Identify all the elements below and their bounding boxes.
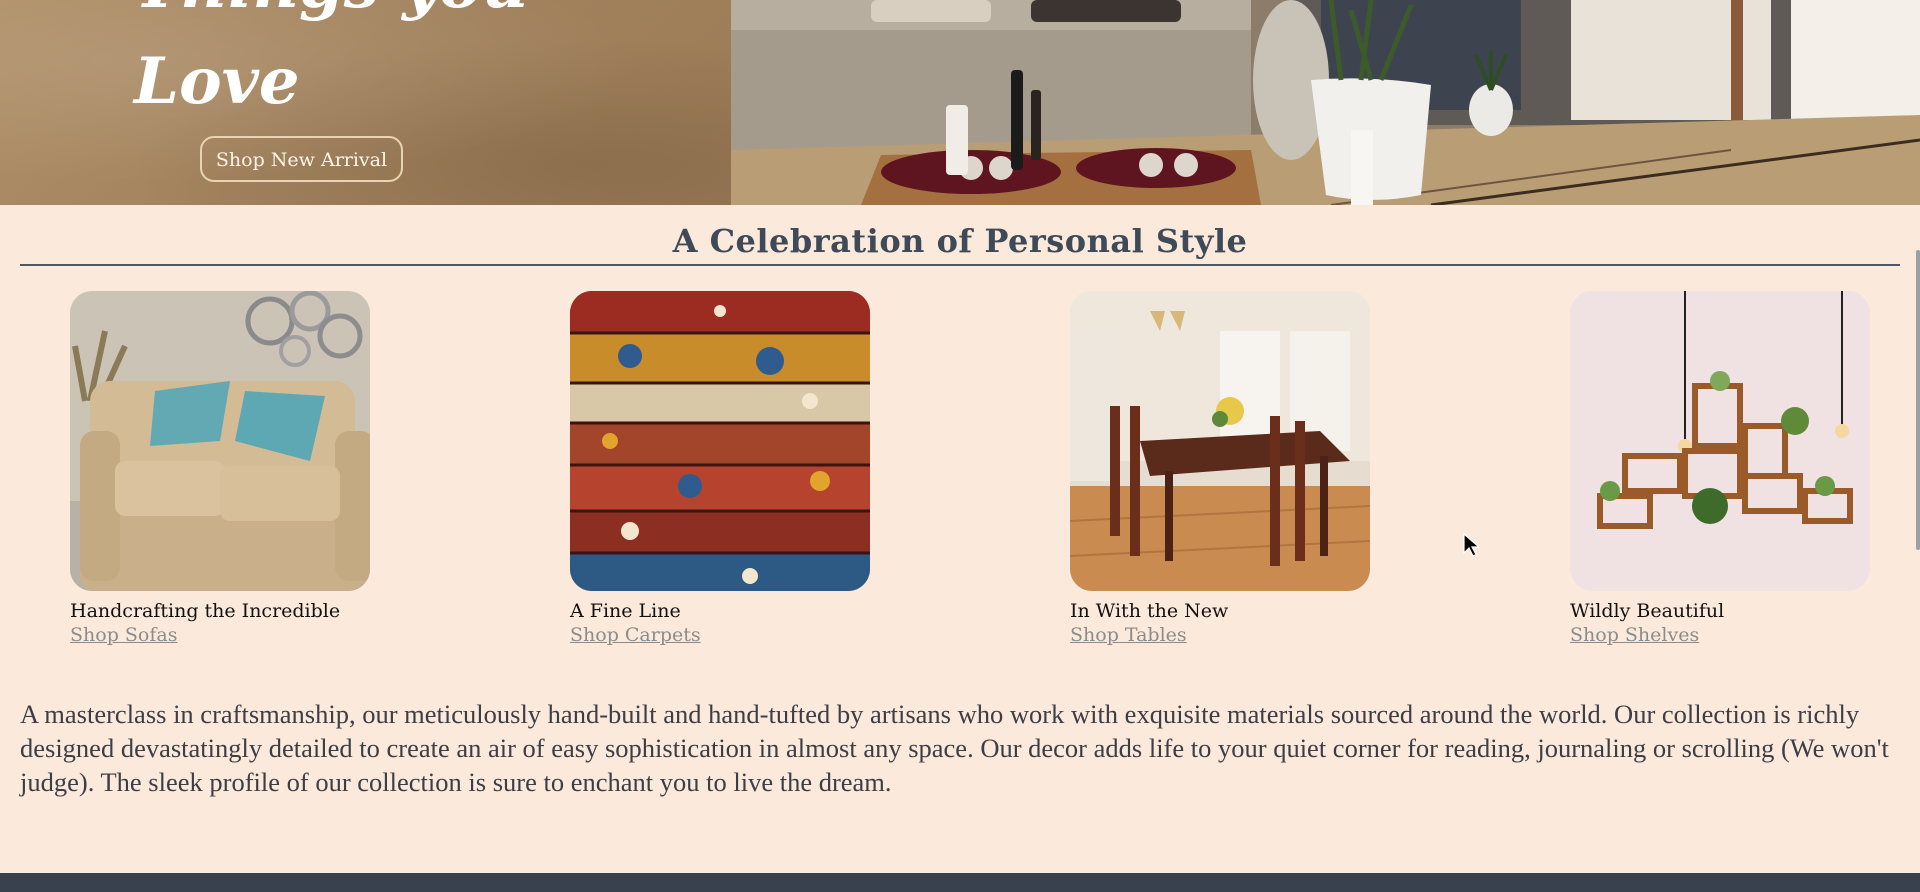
category-card-sofas: Handcrafting the Incredible Shop Sofas — [70, 291, 390, 647]
shop-tables-link[interactable]: Shop Tables — [1070, 623, 1390, 647]
shop-new-arrival-button[interactable]: Shop New Arrival — [200, 136, 403, 182]
page-scrollbar-thumb[interactable] — [1916, 250, 1920, 550]
shop-carpets-link[interactable]: Shop Carpets — [570, 623, 890, 647]
card-title: Handcrafting the Incredible — [70, 600, 341, 622]
shop-shelves-link[interactable]: Shop Shelves — [1570, 623, 1890, 647]
collection-description: A masterclass in craftsmanship, our meti… — [20, 699, 1889, 797]
section-title: A Celebration of Personal Style — [672, 222, 1248, 260]
category-card-shelves: Wildly Beautiful Shop Shelves — [1570, 291, 1890, 647]
dining-table-image[interactable] — [1070, 291, 1370, 591]
shop-sofas-link[interactable]: Shop Sofas — [70, 623, 390, 647]
card-title: Wildly Beautiful — [1570, 600, 1725, 622]
shelves-image[interactable] — [1570, 291, 1870, 591]
mouse-cursor-icon — [1463, 532, 1481, 557]
hero-title-line2: Love — [134, 44, 300, 119]
category-card-tables: In With the New Shop Tables — [1070, 291, 1390, 647]
hero-title: Things you Love — [134, 0, 528, 130]
footer-bar — [0, 873, 1920, 892]
card-title: In With the New — [1070, 600, 1229, 622]
section-divider — [20, 264, 1900, 266]
hero-banner: Things you Love Shop New Arrival — [0, 0, 1920, 205]
hero-living-room-image — [731, 0, 1920, 205]
card-title: A Fine Line — [570, 600, 681, 622]
category-card-carpets: A Fine Line Shop Carpets — [570, 291, 890, 647]
sofa-image[interactable] — [70, 291, 370, 591]
carpets-image[interactable] — [570, 291, 870, 591]
category-cards: Handcrafting the Incredible Shop Sofas A… — [0, 291, 1920, 651]
hero-text-panel: Things you Love Shop New Arrival — [0, 0, 731, 205]
hero-title-line1: Things you — [134, 0, 528, 34]
